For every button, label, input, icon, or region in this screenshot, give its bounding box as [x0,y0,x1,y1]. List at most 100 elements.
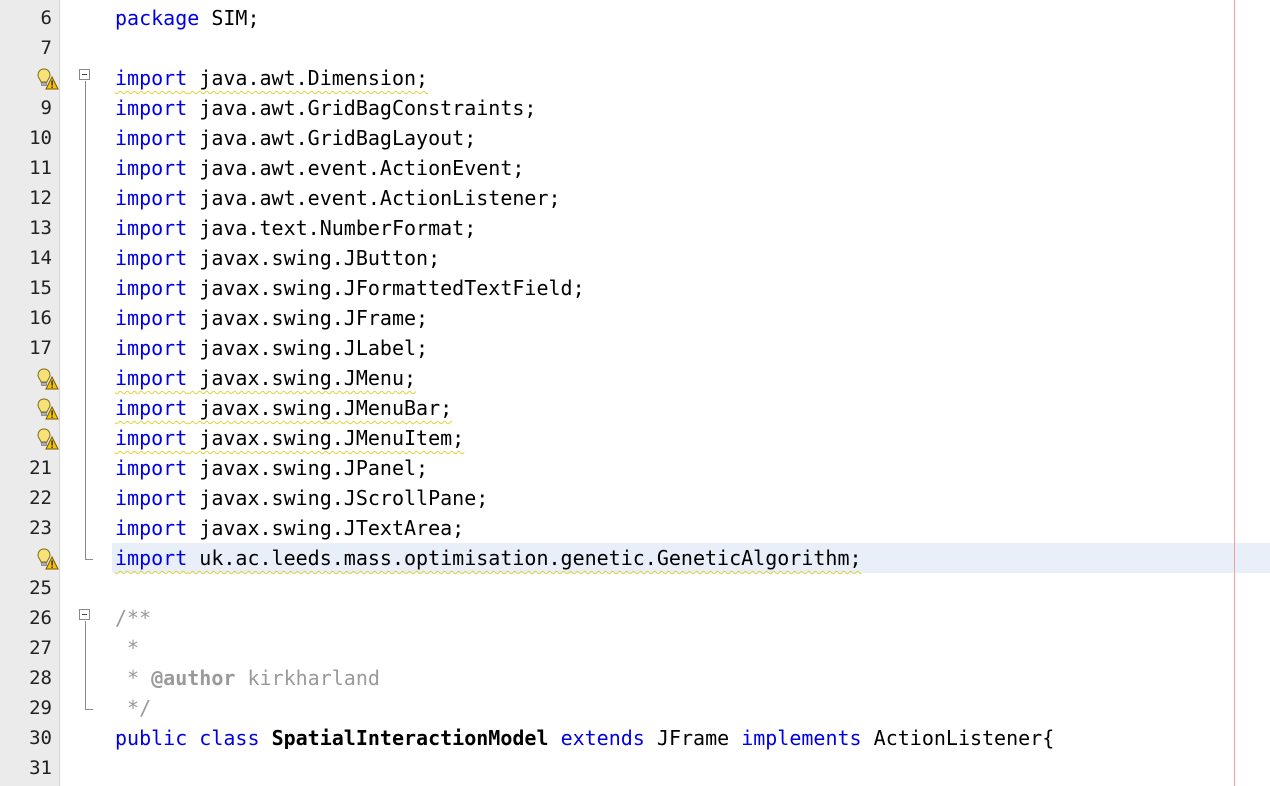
code-token: import [115,186,188,210]
code-token: import [115,306,188,330]
code-token: java.awt.event.ActionEvent; [187,156,525,180]
code-line[interactable]: 9 import java.awt.GridBagConstraints; [0,93,1270,123]
code-line[interactable]: 29 */ [0,693,1270,723]
code-token: java.awt.GridBagConstraints; [187,96,537,120]
code-line[interactable]: 21 import javax.swing.JPanel; [0,453,1270,483]
code-token: import [115,216,188,240]
code-text: import javax.swing.JMenu; [115,366,416,390]
code-line[interactable]: 10 import java.awt.GridBagLayout; [0,123,1270,153]
code-token: @author [151,666,236,690]
fold-javadoc-guide [85,621,86,709]
code-line[interactable]: 23 import javax.swing.JTextArea; [0,513,1270,543]
code-token: import [115,126,188,150]
right-margin-guide [1234,0,1235,786]
code-line[interactable]: 16 import javax.swing.JFrame; [0,303,1270,333]
code-token: implements [741,726,862,750]
code-token: import [115,366,188,390]
code-token: import [115,156,188,180]
warning-lightbulb-icon[interactable] [35,547,59,571]
code-line[interactable]: 26 /** [0,603,1270,633]
code-token: public [115,726,188,750]
code-line[interactable]: 28 * @author kirkharland [0,663,1270,693]
code-line[interactable]: 7 [0,33,1270,63]
fold-imports-toggle-icon[interactable] [79,69,90,80]
line-number: 12 [29,187,52,209]
line-number: 9 [40,97,52,119]
code-token: * [115,666,152,690]
code-line[interactable]: 14 import javax.swing.JButton; [0,243,1270,273]
code-token: javax.swing.JFrame; [187,306,429,330]
line-number: 7 [40,37,52,59]
code-text: import javax.swing.JFormattedTextField; [115,276,585,300]
code-token: javax.swing.JFormattedTextField; [187,276,585,300]
code-text: import java.text.NumberFormat; [115,216,476,240]
code-line[interactable]: import javax.swing.JMenuItem; [0,423,1270,453]
code-line[interactable]: 12 import java.awt.event.ActionListener; [0,183,1270,213]
code-token: javax.swing.JLabel; [187,336,429,360]
code-token: java.awt.Dimension; [187,66,429,90]
fold-imports-end [85,559,93,560]
code-line[interactable]: import uk.ac.leeds.mass.optimisation.gen… [0,543,1270,573]
fold-cell [60,543,112,573]
line-number: 22 [29,487,52,509]
code-text: import javax.swing.JMenuBar; [115,396,452,420]
code-token: extends [560,726,645,750]
code-line[interactable]: 31 [0,753,1270,783]
warning-lightbulb-icon[interactable] [35,67,59,91]
code-line[interactable]: import java.awt.Dimension; [0,63,1270,93]
code-text: import uk.ac.leeds.mass.optimisation.gen… [115,546,862,570]
code-token: class [199,726,260,750]
code-token: SpatialInteractionModel [271,726,549,750]
fold-imports-guide [85,81,86,559]
code-token: * [115,636,140,660]
code-token: import [115,516,188,540]
code-token: import [115,546,188,570]
code-text: public class SpatialInteractionModel ext… [115,726,1054,750]
code-token: javax.swing.JButton; [187,246,441,270]
code-token: uk.ac.leeds.mass.optimisation.genetic.Ge… [187,546,862,570]
code-line[interactable]: 11 import java.awt.event.ActionEvent; [0,153,1270,183]
line-number: 15 [29,277,52,299]
code-text: import java.awt.event.ActionEvent; [115,156,524,180]
line-number: 6 [40,7,52,29]
warning-lightbulb-icon[interactable] [35,397,59,421]
code-line[interactable]: import javax.swing.JMenuBar; [0,393,1270,423]
code-text: import javax.swing.JButton; [115,246,440,270]
code-text: import javax.swing.JScrollPane; [115,486,488,510]
code-line[interactable]: 27 * [0,633,1270,663]
code-token: javax.swing.JScrollPane; [187,486,489,510]
code-line[interactable]: 6 package SIM; [0,3,1270,33]
line-number: 11 [29,157,52,179]
code-text: import java.awt.Dimension; [115,66,428,90]
code-line[interactable]: 15 import javax.swing.JFormattedTextField… [0,273,1270,303]
code-token: javax.swing.JMenuItem; [187,426,465,450]
code-line[interactable]: import javax.swing.JMenu; [0,363,1270,393]
warning-lightbulb-icon[interactable] [35,367,59,391]
code-line[interactable]: 25 [0,573,1270,603]
code-token: kirkharland [235,666,380,690]
code-token: JFrame [644,726,742,750]
fold-javadoc-toggle-icon[interactable] [79,609,90,620]
code-token: */ [115,696,152,720]
line-number: 13 [29,217,52,239]
code-token: import [115,66,188,90]
code-token: java.awt.GridBagLayout; [187,126,477,150]
code-text: import java.awt.GridBagLayout; [115,126,476,150]
code-line[interactable]: 22 import javax.swing.JScrollPane; [0,483,1270,513]
code-text: import javax.swing.JMenuItem; [115,426,464,450]
code-line[interactable]: 30 public class SpatialInteractionModel e… [0,723,1270,753]
code-token: import [115,426,188,450]
warning-lightbulb-icon[interactable] [35,427,59,451]
code-token: import [115,246,188,270]
code-text: import javax.swing.JFrame; [115,306,428,330]
code-line[interactable]: 17 import javax.swing.JLabel; [0,333,1270,363]
code-editor[interactable]: 6 package SIM; 7 import java.awt.Dimension;… [0,0,1270,786]
code-text: /** [115,606,151,630]
code-token: import [115,96,188,120]
code-line[interactable]: 13 import java.text.NumberFormat; [0,213,1270,243]
code-text: import java.awt.event.ActionListener; [115,186,561,210]
code-token: import [115,336,188,360]
line-number: 25 [29,577,52,599]
